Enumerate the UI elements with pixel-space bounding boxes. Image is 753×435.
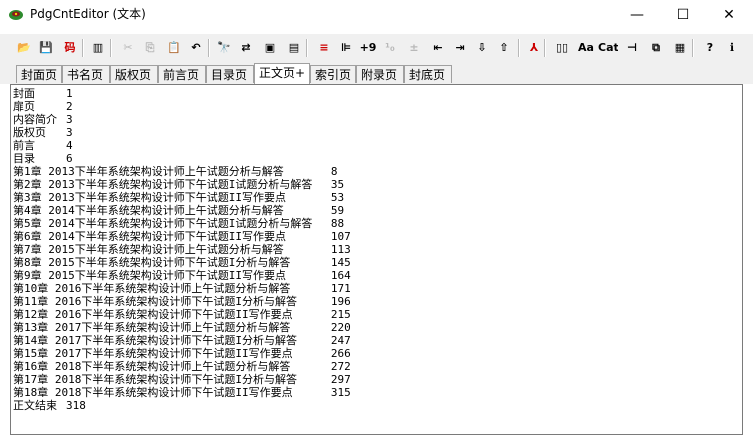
text-editor[interactable]: 封面 1 扉页 2 内容简介 3 版权页 3 前言 4 目录 6 第1章 201… [10,84,743,435]
tab-1[interactable]: 书名页 [62,65,110,83]
tab-6[interactable]: 索引页 [310,65,356,83]
about-icon[interactable]: ℹ [722,38,742,58]
tab-4[interactable]: 目录页 [206,65,254,83]
catalog-icon[interactable]: Cat [598,38,618,58]
toolbar-separator [82,39,84,57]
encoding-icon[interactable]: 码 [60,38,80,58]
page-properties-icon[interactable]: ▤ [284,38,304,58]
cut-icon[interactable]: ✂ [118,38,138,58]
close-button[interactable]: ✕ [706,0,752,30]
add-number-icon[interactable]: +9 [358,38,378,58]
indent-left-icon[interactable]: ⇤ [428,38,448,58]
align-left-icon[interactable]: ≡ [314,38,334,58]
split-icon[interactable]: ▯▯ [552,38,572,58]
screen-icon[interactable]: ▦ [670,38,690,58]
pin-icon[interactable]: ⊣ [622,38,642,58]
tab-2[interactable]: 版权页 [110,65,158,83]
insert-page-icon[interactable]: ▣ [260,38,280,58]
maximize-button[interactable]: ☐ [660,0,706,30]
tab-7[interactable]: 附录页 [356,65,404,83]
toolbar-separator [306,39,308,57]
toolbar-separator [692,39,694,57]
toolbar-separator [208,39,210,57]
number-format-icon[interactable]: ¹₀ [380,38,400,58]
align-indent-icon[interactable]: ⊫ [336,38,356,58]
pdf-icon[interactable]: ⅄ [524,38,544,58]
app-icon [9,10,23,20]
tab-5[interactable]: 正文页+ [254,63,310,84]
window-tile-icon[interactable]: ⧉ [646,38,666,58]
title-bar: PdgCntEditor (文本) — ☐ ✕ [0,0,753,30]
open-folder-icon[interactable]: 📂 [14,38,34,58]
minimize-button[interactable]: — [614,0,660,30]
indent-right-icon[interactable]: ⇥ [450,38,470,58]
replace-icon[interactable]: ⇄ [236,38,256,58]
toolbar: 📂 💾 码 ▥ ✂ ⎘ 📋 ↶ 🔭 ⇄ ▣ ▤ ≡ ⊫ +9 ¹₀ ± ⇤ ⇥ ⇩ ⇧ ⅄ ▯▯ Aa Cat ⊣ ⧉ ▦? ℹ [0,34,753,62]
save-icon[interactable]: 💾 [36,38,56,58]
move-up-icon[interactable]: ⇧ [494,38,514,58]
editor-content[interactable]: 封面 1 扉页 2 内容简介 3 版权页 3 前言 4 目录 6 第1章 201… [11,85,742,412]
help-icon[interactable]: ? [700,38,720,58]
paste-icon[interactable]: 📋 [164,38,184,58]
toolbar-separator [544,39,546,57]
toolbar-separator [518,39,520,57]
tab-8[interactable]: 封底页 [404,65,452,83]
move-down-icon[interactable]: ⇩ [472,38,492,58]
font-icon[interactable]: Aa [576,38,596,58]
page-type-tabs: 封面页 书名页 版权页 前言页 目录页 正文页+ 索引页 附录页 封底页 [0,62,753,84]
window-title: PdgCntEditor (文本) [30,7,146,21]
tab-3[interactable]: 前言页 [158,65,206,83]
toolbar-separator [110,39,112,57]
toggle-view-icon[interactable]: ▥ [88,38,108,58]
undo-icon[interactable]: ↶ [186,38,206,58]
copy-icon[interactable]: ⎘ [140,38,160,58]
tab-0[interactable]: 封面页 [16,65,62,83]
plus-minus-icon[interactable]: ± [404,38,424,58]
find-icon[interactable]: 🔭 [214,38,234,58]
